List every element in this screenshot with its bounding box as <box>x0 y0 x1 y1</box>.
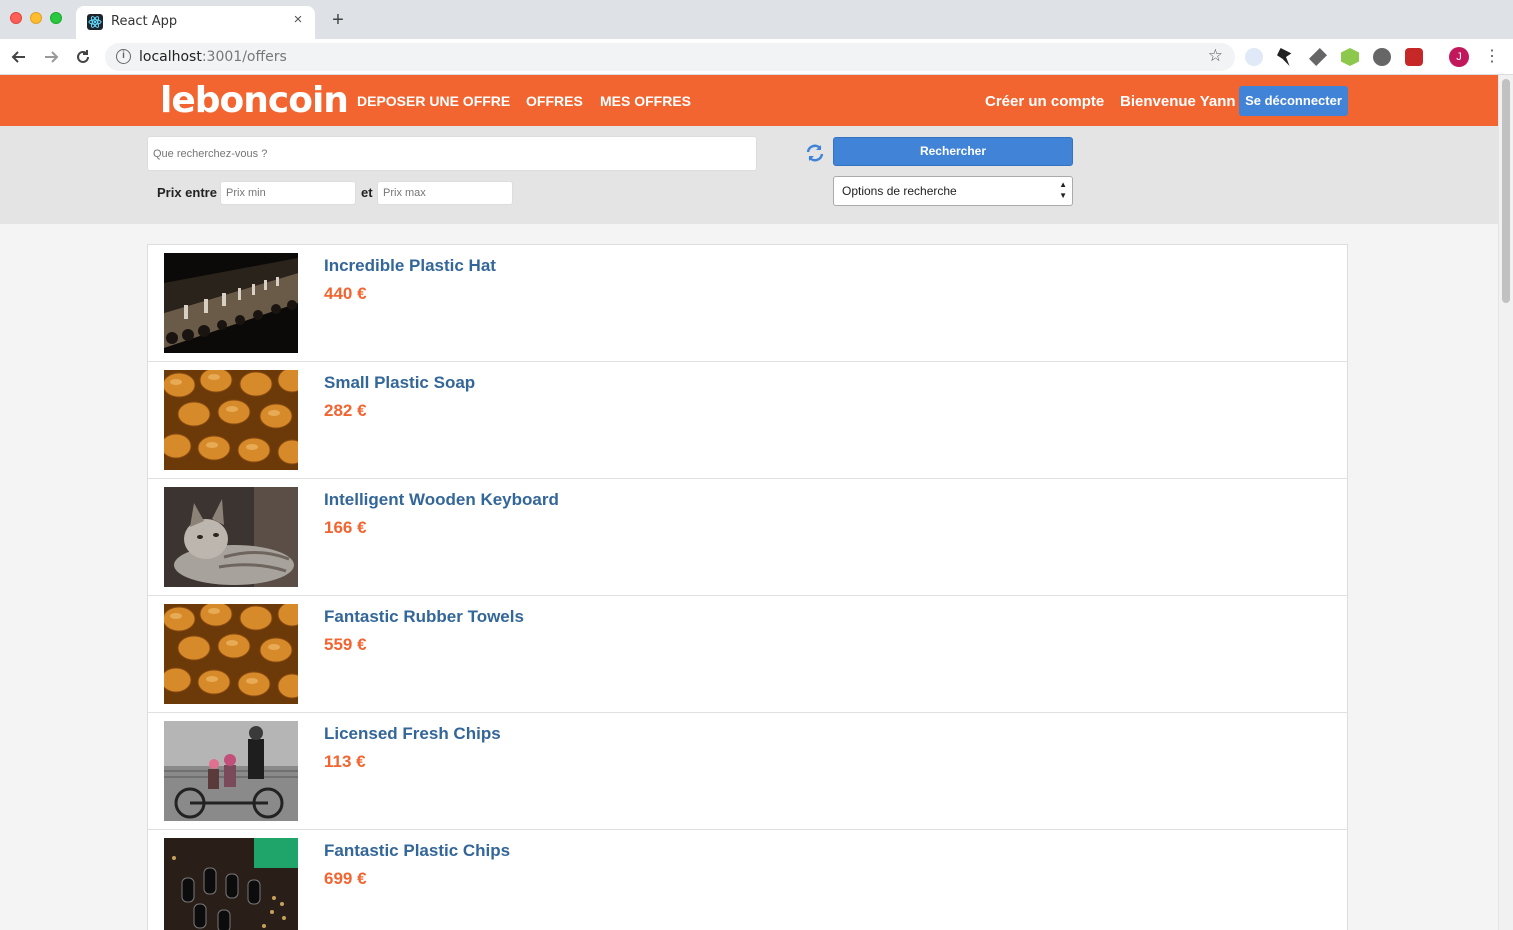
leboncoin-logo[interactable]: leboncoin <box>160 80 349 121</box>
page: leboncoin DEPOSER UNE OFFRE OFFRES MES O… <box>0 75 1498 930</box>
offer-item[interactable]: Licensed Fresh Chips 113 € <box>148 713 1347 830</box>
search-panel: Rechercher Prix entre et Options de rech… <box>0 126 1498 224</box>
welcome-text: Bienvenue Yann <box>1120 93 1236 110</box>
offer-price: 699 € <box>324 869 367 888</box>
back-arrow-icon[interactable] <box>8 46 30 68</box>
scrollbar-thumb[interactable] <box>1502 79 1510 303</box>
extension-icon[interactable] <box>1405 48 1423 66</box>
close-window-button[interactable] <box>10 12 22 24</box>
select-arrows-icon: ▲ ▼ <box>1059 180 1067 200</box>
bug-extension-icon[interactable] <box>1373 48 1391 66</box>
offer-title[interactable]: Small Plastic Soap <box>324 373 475 393</box>
site-info-icon[interactable]: i <box>116 49 131 64</box>
offer-price: 282 € <box>324 401 367 420</box>
nav-mes-offres[interactable]: MES OFFRES <box>600 93 691 109</box>
offer-item[interactable]: Fantastic Plastic Chips 699 € <box>148 830 1347 930</box>
offer-title[interactable]: Fantastic Rubber Towels <box>324 607 524 627</box>
search-options-select[interactable]: Options de recherche ▲ ▼ <box>833 176 1073 206</box>
refresh-icon[interactable] <box>804 142 826 164</box>
price-max-input[interactable] <box>377 181 513 205</box>
offer-item[interactable]: Incredible Plastic Hat 440 € <box>148 245 1347 362</box>
offer-image[interactable] <box>164 253 298 353</box>
browser-menu-icon[interactable]: ⋮ <box>1484 46 1500 68</box>
logout-button[interactable]: Se déconnecter <box>1239 86 1348 116</box>
search-input[interactable] <box>147 136 757 171</box>
react-favicon-icon <box>87 14 103 30</box>
offers-list: Incredible Plastic Hat 440 € Small Plast… <box>147 244 1348 930</box>
minimize-window-button[interactable] <box>30 12 42 24</box>
nav-offres[interactable]: OFFRES <box>526 93 583 109</box>
reload-icon[interactable] <box>72 46 94 68</box>
page-scrollbar[interactable] <box>1498 75 1513 930</box>
price-min-input[interactable] <box>220 181 356 205</box>
offer-image[interactable] <box>164 370 298 470</box>
create-account-link[interactable]: Créer un compte <box>985 93 1104 110</box>
offer-price: 166 € <box>324 518 367 537</box>
price-between-label: Prix entre <box>157 185 217 200</box>
site-header: leboncoin DEPOSER UNE OFFRE OFFRES MES O… <box>0 75 1498 126</box>
offer-title[interactable]: Licensed Fresh Chips <box>324 724 501 744</box>
forward-arrow-icon[interactable] <box>40 46 62 68</box>
browser-tab-strip: React App × + <box>0 0 1513 39</box>
maximize-window-button[interactable] <box>50 12 62 24</box>
offer-price: 440 € <box>324 284 367 303</box>
extension-icon[interactable] <box>1245 48 1263 66</box>
offer-title[interactable]: Intelligent Wooden Keyboard <box>324 490 559 510</box>
browser-toolbar: i localhost:3001/offers ☆ J ⋮ <box>0 39 1513 75</box>
profile-avatar[interactable]: J <box>1449 47 1469 67</box>
nodejs-extension-icon[interactable] <box>1341 48 1359 66</box>
offer-image[interactable] <box>164 721 298 821</box>
extension-icon[interactable] <box>1277 48 1292 66</box>
tab-title: React App <box>111 14 178 29</box>
nav-deposer-offre[interactable]: DEPOSER UNE OFFRE <box>357 93 510 109</box>
search-options-value: Options de recherche <box>842 184 957 198</box>
and-label: et <box>361 185 373 200</box>
offer-title[interactable]: Fantastic Plastic Chips <box>324 841 510 861</box>
offer-item[interactable]: Fantastic Rubber Towels 559 € <box>148 596 1347 713</box>
offer-item[interactable]: Small Plastic Soap 282 € <box>148 362 1347 479</box>
url-text: localhost:3001/offers <box>139 49 287 65</box>
offer-price: 113 € <box>324 752 366 771</box>
offer-price: 559 € <box>324 635 367 654</box>
new-tab-button[interactable]: + <box>327 9 349 31</box>
offer-image[interactable] <box>164 604 298 704</box>
offer-item[interactable]: Intelligent Wooden Keyboard 166 € <box>148 479 1347 596</box>
tab-close-icon[interactable]: × <box>289 11 307 29</box>
search-button[interactable]: Rechercher <box>833 137 1073 166</box>
address-bar[interactable]: i localhost:3001/offers ☆ <box>105 43 1235 71</box>
offer-title[interactable]: Incredible Plastic Hat <box>324 256 496 276</box>
offer-image[interactable] <box>164 838 298 930</box>
browser-tab[interactable]: React App × <box>76 6 315 39</box>
bookmark-star-icon[interactable]: ☆ <box>1208 46 1223 66</box>
offer-image[interactable] <box>164 487 298 587</box>
extension-icon[interactable] <box>1309 48 1327 66</box>
